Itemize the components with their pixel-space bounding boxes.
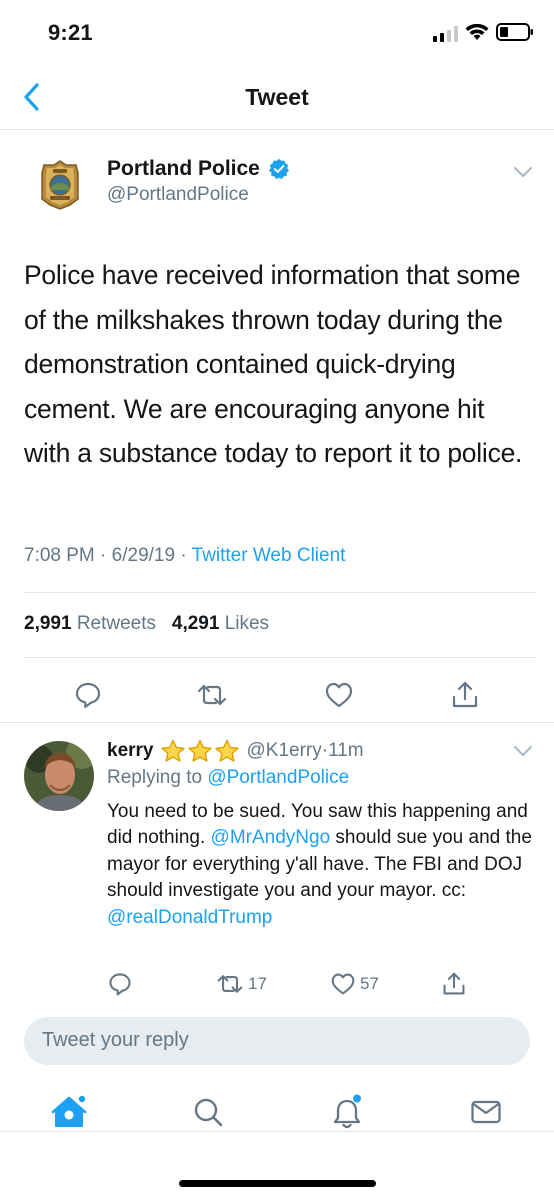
reply-author-name[interactable]: kerry: [107, 740, 154, 762]
reply-like-button[interactable]: 57: [330, 969, 379, 999]
star-emojis: [160, 739, 241, 763]
tweet-detail-screen: 9:21 Tweet Portland Police @PortlandPoli…: [0, 0, 554, 1200]
reply-retweet-button[interactable]: 17: [216, 969, 267, 999]
reply-button[interactable]: [70, 677, 106, 713]
likes-count: 4,291: [171, 613, 220, 634]
user-avatar-image: [24, 741, 94, 811]
tweet-actions: [0, 671, 554, 723]
author-handle[interactable]: @PortlandPolice: [107, 184, 249, 206]
verified-badge-icon: [268, 158, 289, 180]
divider: [24, 592, 536, 593]
heart-icon: [325, 682, 353, 708]
star-icon: [160, 739, 185, 762]
tweet-client-link[interactable]: Twitter Web Client: [192, 545, 346, 566]
tab-messages[interactable]: [466, 1092, 506, 1132]
divider: [24, 657, 536, 658]
mention-link[interactable]: @realDonaldTrump: [107, 907, 272, 928]
police-badge-avatar[interactable]: [38, 159, 82, 211]
status-bar: 9:21: [0, 0, 554, 64]
reply-like-count: 57: [360, 974, 379, 993]
home-indicator: [179, 1180, 376, 1187]
chevron-down-icon[interactable]: [512, 743, 534, 759]
tweet-date: 6/29/19: [111, 545, 176, 566]
tab-notifications[interactable]: [327, 1092, 367, 1132]
battery-icon: [496, 23, 533, 41]
compose-placeholder: Tweet your reply: [42, 1029, 189, 1051]
likes-label: Likes: [224, 613, 270, 634]
bell-icon: [333, 1094, 361, 1129]
comment-icon: [75, 682, 101, 709]
star-icon: [214, 739, 239, 762]
star-icon: [187, 739, 212, 762]
reply-age: 11m: [328, 740, 364, 761]
reply-actions: 17 57: [0, 969, 554, 1005]
heart-icon: [331, 973, 355, 995]
reply-retweet-count: 17: [248, 974, 267, 993]
reply-compose-input[interactable]: Tweet your reply: [24, 1017, 530, 1065]
share-icon: [443, 972, 465, 995]
status-time: 9:21: [48, 20, 93, 45]
meta-separator: ·: [180, 545, 192, 566]
retweet-button[interactable]: [194, 677, 230, 713]
reply-author-handle[interactable]: @K1erry: [247, 740, 322, 762]
comment-icon: [109, 973, 131, 996]
retweet-icon: [197, 684, 227, 706]
replying-to: Replying to @PortlandPolice: [107, 767, 349, 789]
retweets-stat[interactable]: 2,991 Retweets: [24, 613, 156, 634]
likes-stat[interactable]: 4,291 Likes: [172, 613, 269, 634]
meta-separator: ·: [100, 545, 112, 566]
search-icon: [194, 1098, 223, 1127]
reply-tweet[interactable]: kerry @K1erry · 11m Replying to @Portlan…: [0, 722, 554, 1132]
retweets-label: Retweets: [76, 613, 157, 634]
author-name[interactable]: Portland Police: [107, 157, 260, 181]
reply-share-button[interactable]: [442, 969, 466, 999]
retweet-icon: [217, 975, 243, 993]
replying-to-label: Replying to: [107, 767, 203, 788]
share-button[interactable]: [447, 677, 483, 713]
tweet-time: 7:08 PM: [24, 545, 95, 566]
share-icon: [452, 681, 478, 708]
nav-bar: Tweet: [0, 64, 554, 130]
reply-text: You need to be sued. You saw this happen…: [107, 799, 537, 931]
author-name-row[interactable]: Portland Police: [107, 157, 290, 181]
signal-icon: [433, 26, 458, 42]
chevron-down-icon[interactable]: [512, 163, 534, 181]
wifi-icon: [465, 23, 489, 40]
home-icon: [51, 1094, 87, 1127]
retweets-count: 2,991: [24, 613, 72, 634]
avatar[interactable]: [24, 741, 94, 811]
tab-bar: [0, 1080, 554, 1160]
tab-home[interactable]: [49, 1092, 89, 1132]
reply-header: kerry @K1erry · 11m: [107, 739, 364, 763]
tweet-meta: 7:08 PM · 6/29/19 · Twitter Web Client: [24, 545, 345, 567]
mention-link[interactable]: @MrAndyNgo: [211, 827, 331, 848]
replying-to-handle[interactable]: @PortlandPolice: [207, 767, 349, 788]
reply-reply-button[interactable]: [107, 969, 133, 999]
like-button[interactable]: [321, 677, 357, 713]
envelope-icon: [471, 1100, 501, 1124]
tweet-stats: 2,991 Retweets 4,291 Likes: [24, 613, 269, 635]
tab-search[interactable]: [188, 1092, 228, 1132]
tweet-text: Police have received information that so…: [24, 260, 523, 468]
page-title: Tweet: [245, 84, 309, 110]
